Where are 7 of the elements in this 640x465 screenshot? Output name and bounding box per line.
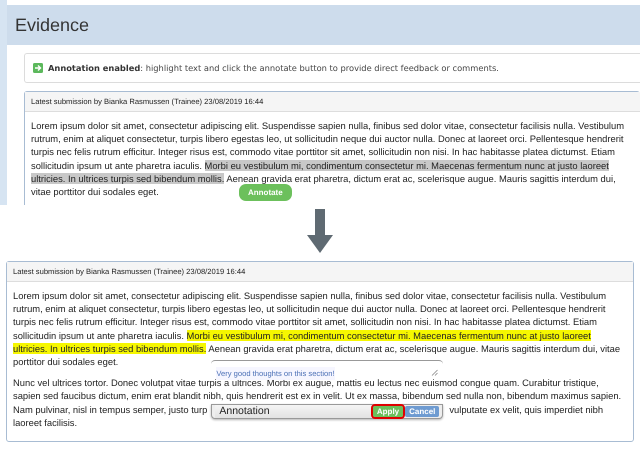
submission-paragraph: Lorem ipsum dolor sit amet, consectetur adipiscing elit. Suspendisse sapien nulla, finibus sed dolor vitae, consectetur facilisis nulla. Vestibulum rutrum, enim at aliquet consectetur, turpis libero egestas leo, ut sollicitudin neque dui auctor nulla. Donec at laoreet orci. Pellentesque hendrerit turpis nec felis rutrum efficitur. Integer risus est, commodo vitae porttitor sit amet, sollicitudin non nisi. In hac habitasse platea dictumst. Etiam sollicitudin ipsum ut ante pharetra iaculis. Morbi eu vestibulum mi, condimentum consectetur mi. Maecenas fermentum nunc at justo laoreet ultricies. In ultrices turpis sed bibendum mollis. Aenean gravida erat pharetra, dictum erat ac, scelerisque augue. Mauris sagittis interdum dui, vitae porttitor dui sodales eget. (13, 289, 622, 368)
annotate-button[interactable]: Annotate (239, 184, 292, 201)
down-arrow-icon (307, 209, 333, 253)
notice-text: Annotation enabled: highlight text and click the annotate button to provide direct feedback or comments. (48, 63, 499, 73)
arrow-icon (33, 63, 43, 73)
resize-handle-icon[interactable] (431, 368, 438, 376)
page-title: Evidence (15, 14, 90, 36)
